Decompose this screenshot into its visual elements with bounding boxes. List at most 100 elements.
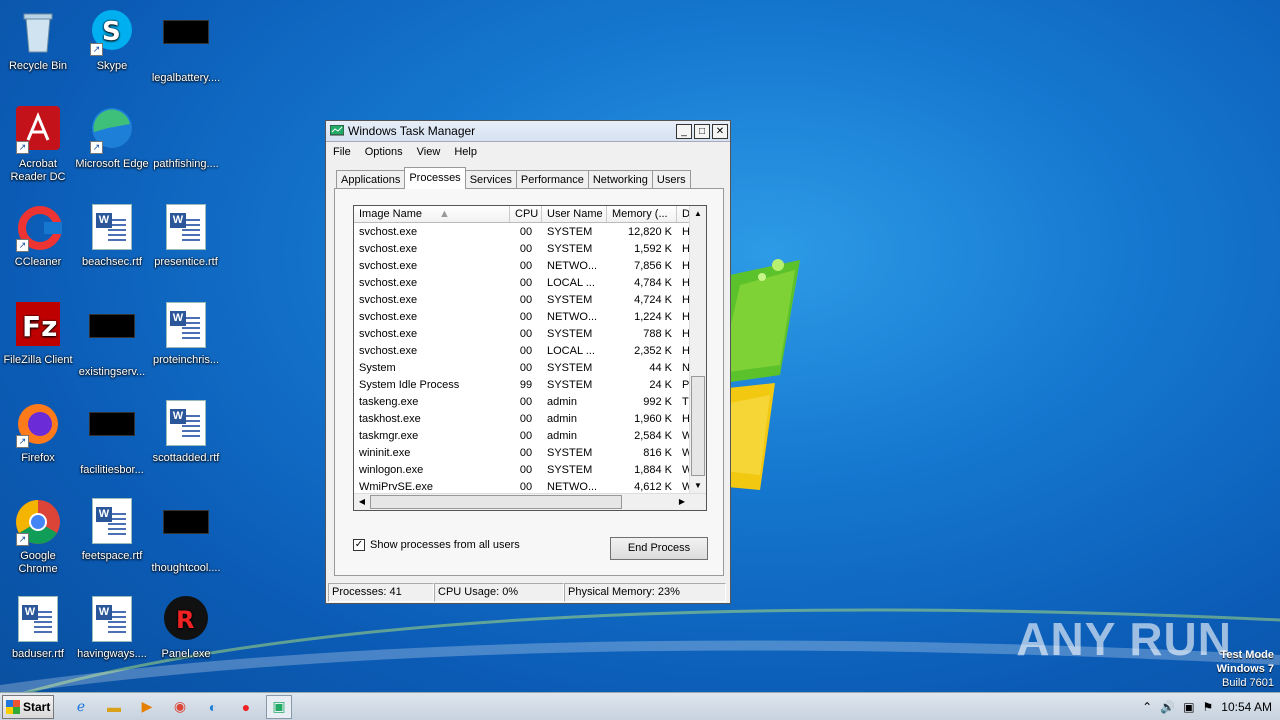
process-name: System Idle Process bbox=[359, 378, 460, 391]
process-user: admin bbox=[547, 412, 577, 425]
scroll-right-icon[interactable]: ▶ bbox=[674, 494, 690, 510]
process-memory: 7,856 K bbox=[634, 259, 672, 272]
tab-processes[interactable]: Processes bbox=[404, 167, 466, 189]
ie-icon[interactable]: ℯ bbox=[68, 695, 94, 719]
desktop-icon-firefox[interactable]: ↗ Firefox bbox=[0, 400, 76, 465]
column-user-name[interactable]: User Name bbox=[542, 206, 607, 222]
desktop-icon-legalbattery[interactable]: legalbattery.... bbox=[148, 8, 224, 85]
menu-file[interactable]: File bbox=[333, 146, 351, 158]
menu-help[interactable]: Help bbox=[454, 146, 477, 158]
desktop-icon-facilitiesbor[interactable]: facilitiesbor... bbox=[74, 400, 150, 477]
minimize-button[interactable]: _ bbox=[676, 123, 692, 139]
shortcut-arrow-icon: ↗ bbox=[90, 43, 103, 56]
panel-exe-icon[interactable]: ● bbox=[233, 695, 259, 719]
process-memory: 2,352 K bbox=[634, 344, 672, 357]
tab-performance[interactable]: Performance bbox=[515, 170, 589, 189]
status-cpu-usage: CPU Usage: 0% bbox=[434, 583, 564, 602]
table-row[interactable]: svchost.exe 00 SYSTEM 788 KH bbox=[354, 325, 706, 342]
desktop-icon-havingways[interactable]: W havingways.... bbox=[74, 596, 150, 661]
table-row[interactable]: taskhost.exe 00 admin 1,960 KH bbox=[354, 410, 706, 427]
task-manager-icon[interactable]: ▣ bbox=[266, 694, 292, 719]
table-row[interactable]: svchost.exe 00 NETWO... 1,224 KH bbox=[354, 308, 706, 325]
tab-applications[interactable]: Applications bbox=[336, 170, 406, 189]
scroll-up-icon[interactable]: ▲ bbox=[690, 206, 706, 222]
horizontal-scrollbar[interactable]: ◀ ▶ bbox=[354, 493, 706, 510]
desktop-icon-feetspace[interactable]: W feetspace.rtf bbox=[74, 498, 150, 563]
desktop-icon-chrome[interactable]: ↗ Google Chrome bbox=[0, 498, 76, 576]
menu-options[interactable]: Options bbox=[365, 146, 403, 158]
desktop-icon-beachsec[interactable]: W beachsec.rtf bbox=[74, 204, 150, 269]
show-hidden-icons-icon[interactable]: ⌃ bbox=[1142, 700, 1152, 714]
table-row[interactable]: winlogon.exe 00 SYSTEM 1,884 KW bbox=[354, 461, 706, 478]
chrome-icon[interactable]: ◉ bbox=[167, 695, 193, 719]
table-row[interactable]: svchost.exe 00 SYSTEM 12,820 KH bbox=[354, 223, 706, 240]
table-row[interactable]: wininit.exe 00 SYSTEM 816 KW bbox=[354, 444, 706, 461]
table-row[interactable]: taskeng.exe 00 admin 992 KT bbox=[354, 393, 706, 410]
table-row[interactable]: svchost.exe 00 LOCAL ... 2,352 KH bbox=[354, 342, 706, 359]
desktop-icon-ccleaner[interactable]: ↗ CCleaner bbox=[0, 204, 76, 269]
maximize-button[interactable]: □ bbox=[694, 123, 710, 139]
process-user: LOCAL ... bbox=[547, 276, 595, 289]
table-row[interactable]: svchost.exe 00 NETWO... 7,856 KH bbox=[354, 257, 706, 274]
end-process-button[interactable]: End Process bbox=[610, 537, 708, 560]
desktop-icon-thoughtcool[interactable]: thoughtcool.... bbox=[148, 498, 224, 575]
column-image-name[interactable]: Image Name ▲ bbox=[354, 206, 510, 222]
desktop-icon-acrobat[interactable]: ↗ Acrobat Reader DC bbox=[0, 106, 76, 184]
scroll-thumb[interactable] bbox=[691, 376, 705, 476]
explorer-icon[interactable]: ▬ bbox=[101, 695, 127, 719]
table-row[interactable]: taskmgr.exe 00 admin 2,584 KW bbox=[354, 427, 706, 444]
process-cpu: 00 bbox=[519, 293, 533, 306]
process-name: svchost.exe bbox=[359, 310, 418, 323]
anyrun-watermark: ANY RUN bbox=[1016, 613, 1232, 665]
table-row[interactable]: svchost.exe 00 SYSTEM 1,592 KH bbox=[354, 240, 706, 257]
edge-icon[interactable]: ◐ bbox=[200, 695, 226, 719]
tab-users[interactable]: Users bbox=[651, 170, 691, 189]
desktop-icon-skype[interactable]: S ↗ Skype bbox=[74, 8, 150, 73]
table-row[interactable]: System 00 SYSTEM 44 KN bbox=[354, 359, 706, 376]
desktop-icon-scottadded[interactable]: W scottadded.rtf bbox=[148, 400, 224, 465]
desktop-icon-pathfishing[interactable]: pathfishing.... bbox=[148, 106, 224, 171]
desktop-icon-presentice[interactable]: W presentice.rtf bbox=[148, 204, 224, 269]
process-user: SYSTEM bbox=[547, 242, 593, 255]
process-list[interactable]: Image Name ▲ CPU User Name Memory (... D… bbox=[353, 205, 707, 511]
desktop-icon-panel-exe[interactable]: R Panel.exe bbox=[148, 596, 224, 661]
vertical-scrollbar[interactable]: ▲ ▼ bbox=[689, 206, 706, 494]
column-cpu[interactable]: CPU bbox=[510, 206, 542, 222]
table-row[interactable]: System Idle Process99SYSTEM24 KPe bbox=[354, 376, 706, 393]
black-file-icon bbox=[162, 20, 210, 68]
scroll-left-icon[interactable]: ◀ bbox=[354, 494, 370, 510]
show-all-processes-option[interactable]: ✓ Show processes from all users bbox=[353, 539, 520, 551]
scroll-thumb-horizontal[interactable] bbox=[370, 495, 622, 509]
scroll-down-icon[interactable]: ▼ bbox=[690, 478, 706, 494]
shortcut-arrow-icon: ↗ bbox=[16, 141, 29, 154]
network-icon[interactable]: ▣ bbox=[1183, 700, 1194, 714]
process-user: SYSTEM bbox=[547, 361, 593, 374]
desktop-icon-label: Skype bbox=[96, 60, 128, 72]
desktop-icon-baduser[interactable]: W baduser.rtf bbox=[0, 596, 76, 661]
ccleaner-icon: ↗ bbox=[14, 204, 62, 252]
desktop-icon-proteinchris[interactable]: W proteinchris... bbox=[148, 302, 224, 367]
media-player-icon[interactable]: ▶ bbox=[134, 695, 160, 719]
clock[interactable]: 10:54 AM bbox=[1221, 700, 1272, 714]
desktop-icon-edge[interactable]: ↗ Microsoft Edge bbox=[74, 106, 150, 171]
volume-icon[interactable]: 🔊 bbox=[1160, 700, 1175, 714]
start-button[interactable]: Start bbox=[2, 694, 54, 719]
desktop-icon-recycle-bin[interactable]: Recycle Bin bbox=[0, 8, 76, 73]
window-titlebar[interactable]: Windows Task Manager _ □ ✕ bbox=[326, 121, 730, 142]
shortcut-arrow-icon: ↗ bbox=[90, 141, 103, 154]
tab-networking[interactable]: Networking bbox=[587, 170, 653, 189]
menu-view[interactable]: View bbox=[417, 146, 441, 158]
close-button[interactable]: ✕ bbox=[712, 123, 728, 139]
table-row[interactable]: svchost.exe 00 SYSTEM 4,724 KH bbox=[354, 291, 706, 308]
task-manager-window[interactable]: Windows Task Manager _ □ ✕ File Options … bbox=[325, 120, 731, 604]
show-all-checkbox[interactable]: ✓ bbox=[353, 539, 365, 551]
tab-services[interactable]: Services bbox=[464, 170, 517, 189]
table-row[interactable]: svchost.exe 00 LOCAL ... 4,784 KH bbox=[354, 274, 706, 291]
desktop-icon-existingserv[interactable]: existingserv... bbox=[74, 302, 150, 379]
column-memory[interactable]: Memory (... bbox=[607, 206, 677, 222]
process-name: taskmgr.exe bbox=[359, 429, 419, 442]
desktop-icon-filezilla[interactable]: Fz FileZilla Client bbox=[0, 302, 76, 367]
system-tray: ⌃ 🔊 ▣ ⚑ 10:54 AM bbox=[1142, 693, 1280, 720]
task-manager-icon bbox=[330, 125, 344, 136]
action-center-flag-icon[interactable]: ⚑ bbox=[1203, 700, 1214, 714]
